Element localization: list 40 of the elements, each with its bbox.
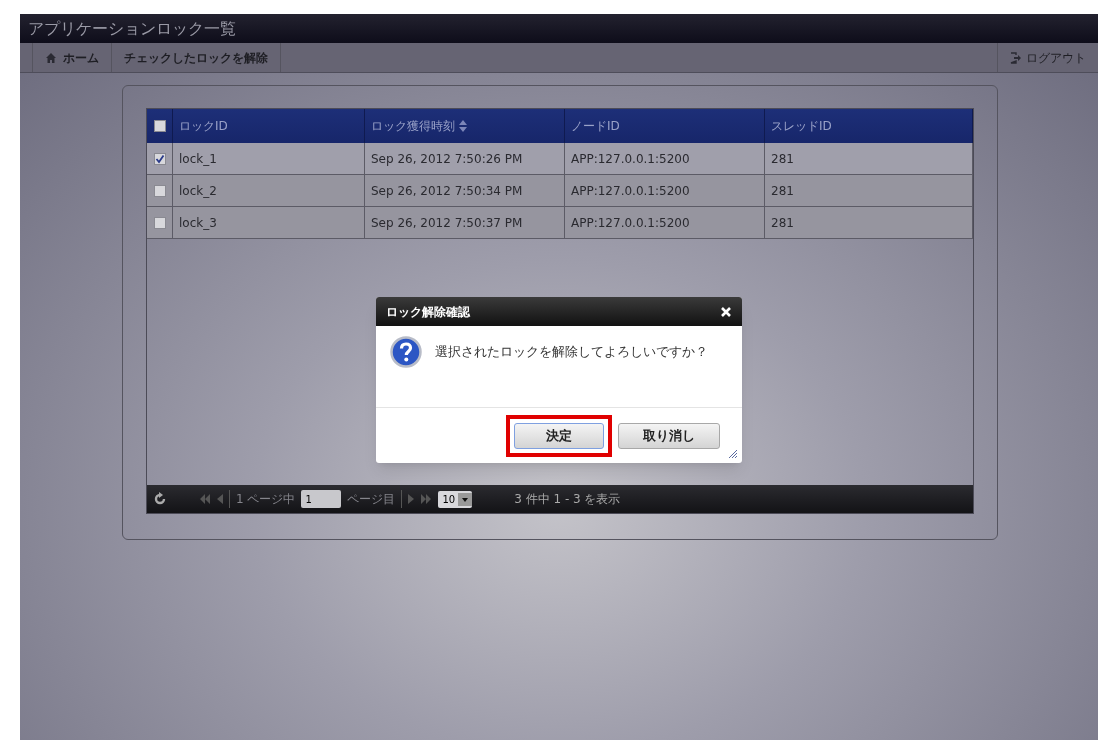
record-summary: 3 件中 1 - 3 を表示 bbox=[514, 491, 621, 508]
pager-text: ページ目 bbox=[347, 491, 396, 508]
window-title: アプリケーションロック一覧 bbox=[28, 17, 236, 40]
table-cell: APP:127.0.0.1:5200 bbox=[565, 143, 765, 174]
pager-text: 1 ページ中 bbox=[236, 491, 296, 508]
table-cell: 281 bbox=[765, 175, 973, 206]
toolbar-button[interactable]: チェックしたロックを解除 bbox=[112, 43, 281, 72]
previous-page-icon[interactable] bbox=[217, 494, 223, 504]
page-size-dropdown[interactable]: 10 bbox=[438, 490, 473, 508]
checkbox[interactable] bbox=[153, 120, 166, 132]
table-cell: APP:127.0.0.1:5200 bbox=[565, 175, 765, 206]
checkbox[interactable] bbox=[153, 152, 166, 165]
table-cell: lock_1 bbox=[173, 143, 365, 174]
checkbox[interactable] bbox=[153, 216, 166, 229]
table-cell: lock_2 bbox=[173, 175, 365, 206]
logout-button[interactable]: ログアウト bbox=[997, 43, 1098, 72]
checkbox[interactable] bbox=[153, 184, 166, 197]
refresh-icon[interactable] bbox=[153, 492, 167, 506]
logout-icon bbox=[1010, 51, 1022, 64]
question-icon bbox=[390, 336, 422, 368]
first-page-icon[interactable] bbox=[199, 494, 211, 504]
last-page-icon[interactable] bbox=[420, 494, 433, 504]
dialog-button[interactable]: 決定 bbox=[514, 422, 604, 449]
dialog-message: 選択されたロックを解除してよろしいですか？ bbox=[435, 343, 708, 361]
table-cell: Sep 26, 2012 7:50:34 PM bbox=[365, 175, 565, 206]
home-button[interactable]: ホーム bbox=[33, 43, 112, 72]
dialog-title: ロック解除確認 bbox=[386, 303, 471, 321]
table-cell: Sep 26, 2012 7:50:37 PM bbox=[365, 207, 565, 238]
table-cell: 281 bbox=[765, 143, 973, 174]
table-cell: lock_3 bbox=[173, 207, 365, 238]
dropdown-icon bbox=[458, 492, 473, 506]
table-cell: 281 bbox=[765, 207, 973, 238]
close-icon[interactable] bbox=[720, 305, 732, 318]
page-number-field[interactable]: 1 bbox=[301, 490, 342, 508]
resize-grip-icon bbox=[728, 449, 738, 459]
table-cell: APP:127.0.0.1:5200 bbox=[565, 207, 765, 238]
next-page-icon[interactable] bbox=[408, 494, 415, 504]
home-icon bbox=[45, 51, 57, 64]
dialog-button[interactable]: 取り消し bbox=[618, 422, 720, 449]
table-cell: Sep 26, 2012 7:50:26 PM bbox=[365, 143, 565, 174]
